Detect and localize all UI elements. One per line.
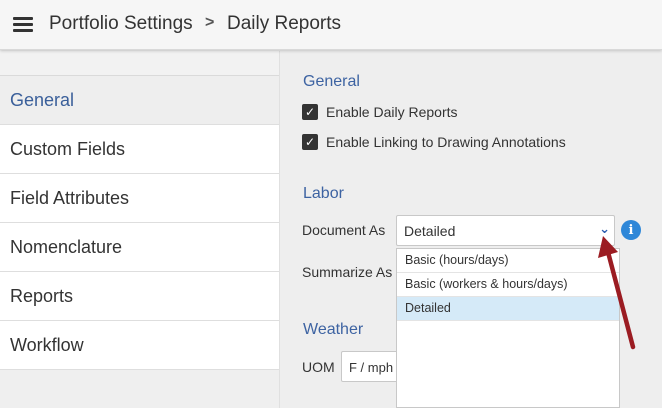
labor-section-title: Labor [303,185,344,202]
sidebar-header-spacer [0,51,279,76]
dropdown-option-basic-workers-hours-days[interactable]: Basic (workers & hours/days) [397,273,619,297]
enable-daily-reports-label: Enable Daily Reports [326,104,458,120]
top-bar: Portfolio Settings > Daily Reports [0,0,662,50]
uom-label: UOM [302,359,335,375]
document-as-label: Document As [302,222,386,238]
check-icon: ✓ [302,104,318,120]
settings-panel: General ✓ Enable Daily Reports ✓ Enable … [280,51,662,408]
hamburger-menu-icon[interactable] [13,17,33,32]
dropdown-option-basic-hours-days[interactable]: Basic (hours/days) [397,249,619,273]
breadcrumb-current: Daily Reports [227,13,342,34]
info-icon[interactable]: i [621,220,641,240]
uom-field[interactable]: F / mph [341,351,401,382]
sidebar-item-reports[interactable]: Reports [0,272,279,321]
sidebar-item-custom-fields[interactable]: Custom Fields [0,125,279,174]
chevron-down-icon[interactable]: ⌄ [599,221,610,237]
breadcrumb-separator: > [205,14,215,31]
weather-section-title: Weather [303,321,364,338]
enable-linking-label: Enable Linking to Drawing Annotations [326,134,566,150]
summarize-as-label: Summarize As [302,264,393,280]
sidebar-item-workflow[interactable]: Workflow [0,321,279,370]
enable-linking-checkbox[interactable]: ✓ Enable Linking to Drawing Annotations [302,134,566,150]
sidebar-item-general[interactable]: General [0,76,279,125]
breadcrumb-parent[interactable]: Portfolio Settings [49,13,193,35]
document-as-select[interactable]: Detailed ⌄ [396,215,615,246]
settings-sidebar: General Custom Fields Field Attributes N… [0,51,280,408]
general-section-title: General [303,73,360,90]
check-icon: ✓ [302,134,318,150]
sidebar-item-nomenclature[interactable]: Nomenclature [0,223,279,272]
sidebar-item-field-attributes[interactable]: Field Attributes [0,174,279,223]
dropdown-option-detailed[interactable]: Detailed [397,297,619,321]
document-as-dropdown-list: Basic (hours/days) Basic (workers & hour… [396,248,620,408]
enable-daily-reports-checkbox[interactable]: ✓ Enable Daily Reports [302,104,458,120]
document-as-value: Detailed [404,223,456,239]
